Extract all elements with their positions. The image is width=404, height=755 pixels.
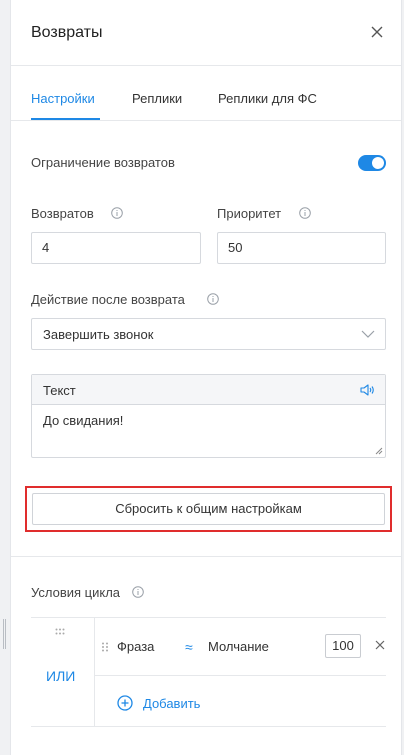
remove-condition-icon[interactable] — [375, 640, 385, 650]
tab-replies[interactable]: Реплики — [132, 91, 182, 106]
active-tab-indicator — [31, 118, 100, 120]
condition-value-input[interactable]: 100 — [325, 634, 361, 658]
info-icon[interactable] — [111, 207, 123, 219]
or-group-column: ИЛИ — [31, 618, 95, 726]
text-editor-header: Текст — [32, 375, 385, 405]
condition-right-operand[interactable]: Молчание — [208, 639, 269, 654]
tab-replies-fs[interactable]: Реплики для ФС — [218, 91, 317, 106]
priority-label: Приоритет — [217, 206, 282, 221]
drag-handle-icon[interactable] — [55, 628, 65, 636]
returns-count-label: Возвратов — [31, 206, 94, 221]
or-operator-toggle[interactable]: ИЛИ — [46, 668, 75, 684]
cycle-conditions-title: Условия цикла — [31, 585, 121, 600]
resize-grip-icon[interactable] — [375, 447, 383, 455]
add-condition-label: Добавить — [143, 696, 201, 711]
info-icon[interactable] — [207, 293, 219, 305]
limit-returns-toggle[interactable] — [358, 155, 386, 171]
tab-bar: Настройки Реплики Реплики для ФС — [11, 66, 401, 121]
approx-operator-icon[interactable]: ≈ — [185, 639, 193, 655]
reset-highlight: Сбросить к общим настройкам — [25, 486, 392, 532]
text-editor-label: Текст — [43, 383, 76, 398]
toggle-knob — [372, 157, 384, 169]
limit-returns-label: Ограничение возвратов — [31, 155, 175, 170]
panel-title: Возвраты — [31, 24, 103, 41]
action-select[interactable]: Завершить звонок — [31, 318, 386, 350]
condition-row: Фраза ≈ Молчание 100 — [95, 618, 386, 676]
priority-input[interactable]: 50 — [217, 232, 386, 264]
close-icon[interactable] — [369, 24, 385, 40]
panel-header: Возвраты — [11, 0, 401, 66]
action-after-return-label: Действие после возврата — [31, 292, 185, 307]
plus-circle-icon — [117, 695, 133, 711]
condition-left-operand[interactable]: Фраза — [117, 639, 154, 654]
cycle-conditions-group: ИЛИ Фраза ≈ Молчание 100 Добавить — [31, 617, 386, 727]
text-editor: Текст До свидания! — [31, 374, 386, 458]
text-textarea[interactable]: До свидания! — [43, 413, 123, 428]
returns-panel: Возвраты Настройки Реплики Реплики для Ф… — [10, 0, 402, 755]
panel-resize-handle[interactable] — [3, 619, 6, 649]
chevron-down-icon — [361, 330, 375, 338]
returns-count-input[interactable]: 4 — [31, 232, 201, 264]
tab-settings[interactable]: Настройки — [31, 91, 95, 106]
speaker-icon[interactable] — [360, 383, 375, 397]
info-icon[interactable] — [299, 207, 311, 219]
section-divider — [11, 556, 401, 557]
info-icon[interactable] — [132, 586, 144, 598]
action-select-value: Завершить звонок — [43, 327, 154, 342]
reset-to-defaults-button[interactable]: Сбросить к общим настройкам — [32, 493, 385, 525]
drag-handle-icon[interactable] — [101, 642, 109, 652]
